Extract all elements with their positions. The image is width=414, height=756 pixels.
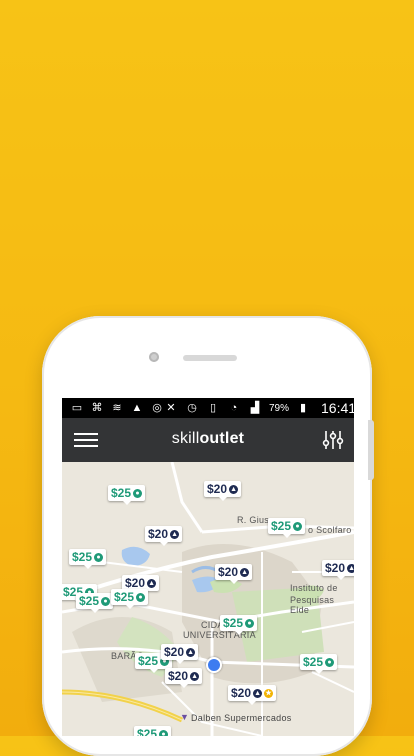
battery-percent: 79%	[269, 402, 290, 414]
vibrate-icon: ▯	[209, 402, 217, 414]
pdf-icon: ⌘	[91, 402, 103, 414]
earpiece-speaker	[183, 355, 237, 361]
logo-bold-text: outlet	[199, 430, 245, 447]
app-logo: skilloutlet	[62, 430, 354, 448]
navy-badge-icon: ▲	[253, 688, 263, 698]
price-pin[interactable]: $20 ▲	[215, 564, 253, 584]
warning-icon: ▲	[131, 402, 143, 414]
price-pin[interactable]: $25 ●	[111, 589, 149, 609]
filter-sliders-icon[interactable]	[322, 429, 344, 451]
price-pin[interactable]: $25 ●	[300, 654, 338, 674]
price-pin[interactable]: $25 ●	[134, 726, 172, 736]
phone-side-button	[368, 420, 374, 480]
price-pin[interactable]: $25 ●	[220, 615, 258, 635]
battery-icon: ▮	[299, 402, 307, 414]
shopping-cart-icon: ▼	[180, 712, 189, 722]
message-icon: ▭	[71, 402, 83, 414]
app-bar: skilloutlet	[62, 418, 354, 462]
place-label-pesquisas: Pesquisas Elde	[290, 595, 335, 615]
navy-badge-icon: ▲	[190, 671, 200, 681]
status-bar: ▭ ⌘ ≋ ▲ ◎ ✕ ◷ ▯ ◔ ▟ 79% ▮ 16:41	[62, 398, 354, 418]
place-label-dalben: Dalben Supermercados	[191, 713, 292, 723]
navy-badge-icon: ▲	[229, 484, 239, 494]
price-pin[interactable]: $25 ●	[268, 518, 306, 538]
green-badge-icon: ●	[293, 521, 303, 531]
gold-badge-icon: ★	[264, 688, 274, 698]
settings-icon: ◎	[152, 402, 162, 414]
wifi-icon: ◔	[230, 402, 238, 414]
phone-screen: ▭ ⌘ ≋ ▲ ◎ ✕ ◷ ▯ ◔ ▟ 79% ▮ 16:41 skillout…	[62, 398, 354, 736]
place-label-instituto: Instituto de	[290, 583, 338, 593]
navy-badge-icon: ▲	[170, 529, 180, 539]
navy-badge-icon: ▲	[186, 647, 196, 657]
price-pin[interactable]: $20 ▲	[204, 481, 242, 501]
front-camera	[149, 352, 159, 362]
current-location-marker	[206, 657, 222, 673]
map-view[interactable]: R. Giuse o Scolfaro Instituto de Pesquis…	[62, 462, 354, 736]
price-pin[interactable]: $20 ▲	[145, 526, 183, 546]
green-badge-icon: ●	[325, 657, 335, 667]
district-label-universitaria: UNIVERSITÁRIA	[183, 630, 256, 640]
green-badge-icon: ●	[133, 488, 143, 498]
alarm-icon: ◷	[187, 402, 197, 414]
street-label-scolfaro: o Scolfaro	[308, 525, 352, 535]
logo-light-text: skill	[171, 430, 200, 447]
navy-badge-icon: ▲	[347, 563, 354, 573]
green-badge-icon: ●	[136, 592, 146, 602]
price-pin[interactable]: $25 ●	[69, 549, 107, 569]
green-badge-icon: ●	[159, 729, 169, 736]
status-time: 16:41	[321, 400, 354, 416]
green-badge-icon: ●	[245, 618, 255, 628]
price-pin[interactable]: $20 ▲	[161, 644, 199, 664]
navy-badge-icon: ▲	[147, 578, 157, 588]
price-pin[interactable]: $25 ●	[76, 593, 114, 613]
price-pin[interactable]: $20 ▲	[322, 560, 354, 580]
price-pin[interactable]: $25 ●	[108, 485, 146, 505]
signal-icon: ▟	[250, 402, 260, 414]
green-badge-icon: ●	[94, 552, 104, 562]
price-pin[interactable]: $20 ▲	[165, 668, 203, 688]
navy-badge-icon: ▲	[240, 567, 250, 577]
price-pin[interactable]: $20 ▲ ★	[228, 685, 277, 705]
green-badge-icon: ●	[101, 596, 111, 606]
sync-icon: ≋	[112, 402, 122, 414]
mute-icon: ✕	[166, 402, 176, 414]
